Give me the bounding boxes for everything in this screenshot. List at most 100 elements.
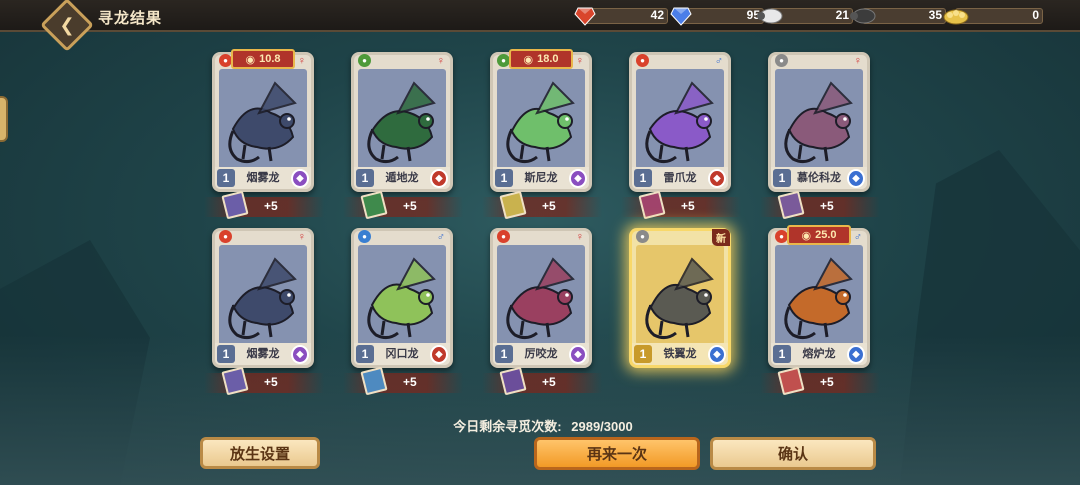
reward-amount: +5 bbox=[542, 375, 556, 389]
element-icon: ● bbox=[358, 54, 371, 67]
dragon-portrait bbox=[358, 245, 446, 345]
class-icon: ◆ bbox=[569, 345, 587, 364]
level-badge: 1 bbox=[773, 345, 791, 363]
resource-golden-fleece[interactable]: 0 bbox=[943, 5, 1045, 27]
level-badge: 1 bbox=[773, 169, 791, 187]
class-icon: ◆ bbox=[847, 345, 865, 364]
reward-amount: +5 bbox=[542, 199, 556, 213]
remaining-searches: 今日剩余寻觅次数: 2989/3000 bbox=[0, 416, 1080, 435]
element-icon: ● bbox=[497, 230, 510, 243]
confirm-button[interactable]: 确认 bbox=[710, 437, 876, 470]
reward-row: +5 bbox=[343, 366, 463, 396]
dragon-portrait bbox=[219, 69, 307, 169]
male-icon: ♂ bbox=[436, 231, 445, 243]
dragon-card[interactable]: ● ♂ 1 熔炉龙 ◆ ◉ 25.0 bbox=[768, 225, 870, 368]
class-icon: ◆ bbox=[847, 169, 865, 188]
resource-value: 35 bbox=[928, 8, 942, 22]
resource-ruby[interactable]: 42 bbox=[572, 5, 670, 27]
dragon-name: 雷爪龙 bbox=[663, 172, 697, 184]
element-icon: ● bbox=[358, 230, 371, 243]
release-settings-button[interactable]: 放生设置 bbox=[200, 437, 320, 469]
resource-value: 0 bbox=[1032, 8, 1039, 22]
reward-amount: +5 bbox=[403, 199, 417, 213]
dragon-card[interactable]: ● ♀ 1 遁地龙 ◆ bbox=[351, 52, 453, 192]
dragon-card[interactable]: ● ♀ 1 厉咬龙 ◆ bbox=[490, 228, 592, 368]
scroll-item-icon bbox=[638, 190, 666, 220]
male-icon: ♂ bbox=[853, 231, 862, 243]
element-icon: ● bbox=[219, 230, 232, 243]
dragon-card[interactable]: ● ♀ 1 烟雾龙 ◆ bbox=[212, 228, 314, 368]
dragon-portrait bbox=[775, 69, 863, 169]
scroll-item-icon bbox=[777, 190, 805, 220]
price-tag: ◉ 18.0 bbox=[509, 49, 573, 69]
price-value: 18.0 bbox=[537, 53, 559, 65]
reward-row: +5 bbox=[204, 190, 324, 220]
page-title: 寻龙结果 bbox=[98, 10, 163, 27]
side-panel-handle[interactable] bbox=[0, 96, 8, 142]
class-icon: ◆ bbox=[708, 345, 726, 364]
new-badge: 新 bbox=[712, 229, 730, 246]
class-icon: ◆ bbox=[708, 169, 726, 188]
female-icon: ♀ bbox=[575, 231, 584, 243]
level-badge: 1 bbox=[495, 169, 513, 187]
dragon-card[interactable]: ● ♂ 1 冈口龙 ◆ bbox=[351, 228, 453, 368]
reward-amount: +5 bbox=[264, 199, 278, 213]
reward-row: +5 bbox=[760, 190, 880, 220]
remaining-value: 2989/3000 bbox=[571, 419, 633, 434]
resource-black-sheep[interactable]: 35 bbox=[850, 5, 948, 27]
coin-icon: ◉ bbox=[245, 53, 256, 66]
dragon-name: 烟雾龙 bbox=[246, 172, 280, 184]
class-icon: ◆ bbox=[569, 169, 587, 188]
reward-amount: +5 bbox=[403, 375, 417, 389]
element-icon: ● bbox=[636, 230, 649, 243]
reward-amount: +5 bbox=[264, 375, 278, 389]
dragon-portrait bbox=[636, 69, 724, 169]
dragon-portrait bbox=[497, 69, 585, 169]
resource-sheep[interactable]: 21 bbox=[757, 5, 855, 27]
class-icon: ◆ bbox=[291, 345, 309, 364]
reward-row: +5 bbox=[204, 366, 324, 396]
price-value: 10.8 bbox=[259, 53, 281, 65]
reward-row: +5 bbox=[760, 366, 880, 396]
reward-row: +5 bbox=[482, 366, 602, 396]
dragon-portrait bbox=[219, 245, 307, 345]
dragon-name: 斯尼龙 bbox=[524, 172, 558, 184]
resource-sapphire[interactable]: 95 bbox=[668, 5, 766, 27]
scroll-item-icon bbox=[221, 190, 249, 220]
dragon-card[interactable]: ●♂1铁翼龙◆新 bbox=[629, 228, 731, 368]
level-badge: 1 bbox=[634, 169, 652, 187]
reward-amount: +5 bbox=[820, 199, 834, 213]
dragon-portrait bbox=[775, 245, 863, 345]
reward-row: +5 bbox=[343, 190, 463, 220]
price-tag: ◉ 10.8 bbox=[231, 49, 295, 69]
resource-value: 42 bbox=[650, 8, 664, 22]
female-icon: ♀ bbox=[575, 55, 584, 67]
coin-icon: ◉ bbox=[801, 229, 812, 242]
female-icon: ♀ bbox=[297, 55, 306, 67]
level-badge: 1 bbox=[495, 345, 513, 363]
dragon-portrait bbox=[497, 245, 585, 345]
dragon-name: 遁地龙 bbox=[385, 172, 419, 184]
dragon-name: 铁翼龙 bbox=[663, 348, 697, 360]
dragon-card[interactable]: ● ♂ 1 雷爪龙 ◆ bbox=[629, 52, 731, 192]
search-again-button[interactable]: 再来一次 bbox=[534, 437, 700, 470]
dragon-name: 熔炉龙 bbox=[802, 348, 836, 360]
dragon-card[interactable]: ● ♀ 1 慕伦科龙 ◆ bbox=[768, 52, 870, 192]
remaining-label: 今日剩余寻觅次数: bbox=[453, 419, 562, 434]
level-badge: 1 bbox=[356, 169, 374, 187]
dragon-name: 厉咬龙 bbox=[524, 348, 558, 360]
sheep-icon bbox=[757, 5, 783, 27]
golden-fleece-icon bbox=[943, 5, 969, 27]
level-badge: 1 bbox=[634, 345, 652, 363]
reward-amount: +5 bbox=[820, 375, 834, 389]
class-icon: ◆ bbox=[430, 169, 448, 188]
level-badge: 1 bbox=[217, 169, 235, 187]
dragon-portrait bbox=[358, 69, 446, 169]
reward-amount: +5 bbox=[681, 199, 695, 213]
dragon-card[interactable]: ● ♀ 1 斯尼龙 ◆ ◉ 18.0 bbox=[490, 49, 592, 192]
dragon-card[interactable]: ● ♀ 1 烟雾龙 ◆ ◉ 10.8 bbox=[212, 49, 314, 192]
ruby-icon bbox=[572, 5, 598, 27]
level-badge: 1 bbox=[356, 345, 374, 363]
dragon-name: 冈口龙 bbox=[385, 348, 419, 360]
resource-value: 21 bbox=[835, 8, 849, 22]
